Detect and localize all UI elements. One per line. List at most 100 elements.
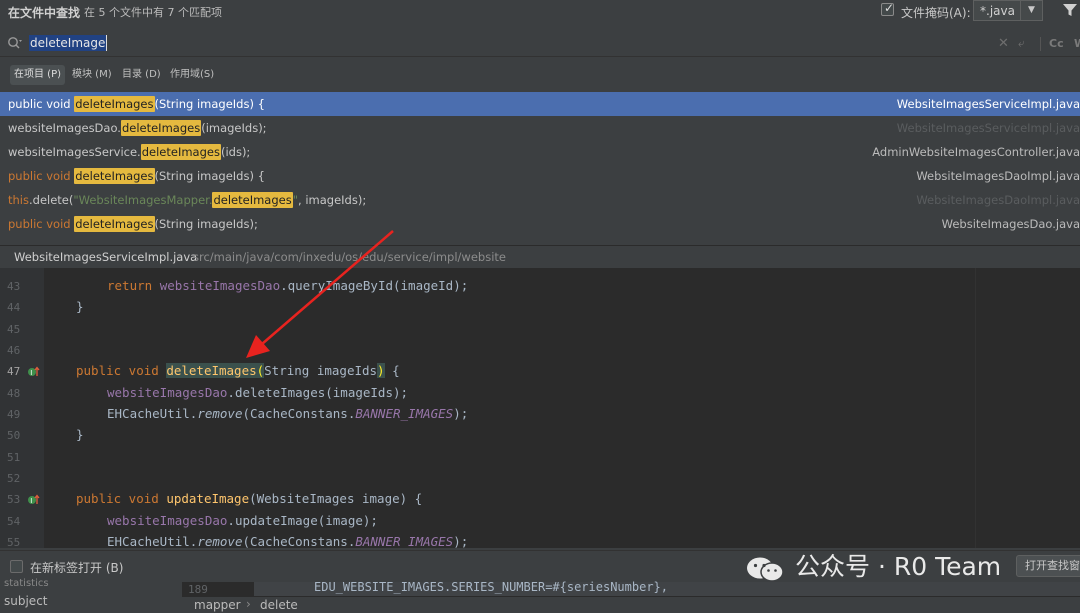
code-token: String imageIds	[264, 363, 378, 378]
match-summary: 在 5 个文件中有 7 个匹配项	[84, 6, 222, 19]
breadcrumb-mapper[interactable]: mapper	[194, 598, 241, 612]
result-file: WebsiteImagesDaoImpl.java	[916, 193, 1080, 207]
dialog-bottom-bar: 在新标签打开 (B) 公众号 · R0 Team 打开查找窗口	[0, 550, 1080, 582]
preview-file-path: src/main/java/com/inxedu/os/edu/service/…	[193, 250, 506, 264]
result-row[interactable]: public void deleteImages(String imageIds…	[0, 92, 1080, 116]
result-code-rest: (imageIds);	[201, 121, 267, 135]
code-token: (WebsiteImages image) {	[249, 491, 423, 506]
preview-path-bar: WebsiteImagesServiceImpl.java src/main/j…	[0, 245, 1080, 267]
find-in-files-dialog: 在文件中查找 在 5 个文件中有 7 个匹配项 ✓ 文件掩码(A): *.jav…	[0, 0, 1080, 582]
open-find-window-button[interactable]: 打开查找窗口	[1016, 555, 1080, 577]
scope-tab-module[interactable]: 模块 (M)	[68, 65, 116, 85]
search-input[interactable]	[29, 35, 106, 51]
check-icon: ✓	[884, 1, 895, 15]
code-preview[interactable]: 43 44 45 46 47 48 49 50 51 52 53 54 55 I…	[0, 268, 1080, 548]
scope-tab-scope[interactable]: 作用域(S)	[166, 65, 218, 85]
breadcrumb: mapper › delete	[182, 597, 1080, 613]
wechat-icon	[747, 557, 784, 582]
match-highlight: deleteImages	[74, 168, 155, 184]
line-number: 49	[7, 408, 21, 421]
code-token: )	[377, 363, 385, 378]
code-token: (CacheConstans.	[242, 534, 356, 548]
close-icon[interactable]: ✕	[998, 36, 1009, 51]
implements-icon[interactable]: I	[27, 493, 41, 507]
dialog-title-bar[interactable]: 在文件中查找 在 5 个文件中有 7 个匹配项 ✓ 文件掩码(A): *.jav…	[0, 0, 1080, 24]
file-mask-checkbox[interactable]: ✓	[881, 1, 895, 16]
match-highlight: deleteImages	[212, 192, 293, 208]
result-code-rest: , imageIds);	[298, 193, 367, 207]
file-mask-label: 文件掩码(A):	[901, 6, 971, 20]
match-highlight: deleteImages	[74, 96, 155, 112]
code-token: return	[107, 278, 160, 293]
whole-word-icon[interactable]: W	[1074, 37, 1080, 50]
search-icon[interactable]	[7, 36, 23, 50]
code-token: updateImage	[166, 491, 250, 506]
result-code-rest: (String imageIds);	[154, 217, 258, 231]
match-highlight: deleteImages	[140, 144, 221, 160]
background-code-text: EDU_WEBSITE_IMAGES.SERIES_NUMBER=#{serie…	[314, 580, 669, 594]
match-highlight: deleteImages	[74, 216, 155, 232]
result-code-prefix: .delete(	[28, 193, 74, 207]
result-string: "WebsiteImagesMapper.	[73, 193, 213, 207]
code-token: EHCacheUtil.	[107, 406, 198, 421]
code-token: remove	[197, 534, 243, 548]
background-code-line: EDU_WEBSITE_IMAGES.SERIES_NUMBER=#{serie…	[254, 580, 1080, 596]
preview-file-name: WebsiteImagesServiceImpl.java	[14, 250, 198, 264]
line-number: 44	[7, 301, 21, 314]
svg-text:I: I	[30, 497, 32, 505]
result-code: this.delete("WebsiteImagesMapper.deleteI…	[8, 188, 366, 212]
line-number: 189	[188, 583, 208, 596]
tree-item-subject[interactable]: subject	[4, 594, 48, 608]
toolbar-separator	[1040, 37, 1041, 51]
code-token: websiteImagesDao	[159, 278, 281, 293]
result-code-prefix: websiteImagesService.	[8, 145, 141, 159]
scope-tab-project[interactable]: 在项目 (P)	[10, 65, 66, 85]
svg-text:I: I	[30, 369, 32, 377]
chevron-down-icon[interactable]: ▼	[1020, 1, 1042, 20]
implements-icon[interactable]: I	[27, 365, 41, 379]
breadcrumb-delete[interactable]: delete	[260, 598, 298, 612]
result-row[interactable]: websiteImagesDao.deleteImages(imageIds);…	[0, 116, 1080, 140]
result-code-prefix: websiteImagesDao.	[8, 121, 121, 135]
line-number: 50	[7, 429, 21, 442]
new-line-icon[interactable]: ⤶	[1018, 36, 1025, 51]
match-case-icon[interactable]: Cc	[1049, 37, 1064, 50]
match-highlight: deleteImages	[120, 120, 202, 136]
line-number: 52	[7, 472, 21, 485]
result-row[interactable]: this.delete("WebsiteImagesMapper.deleteI…	[0, 188, 1080, 212]
code-line-50: }	[76, 427, 84, 442]
code-token: );	[453, 534, 469, 548]
code-token: EHCacheUtil.	[107, 534, 198, 548]
result-file: WebsiteImagesServiceImpl.java	[896, 97, 1080, 111]
results-list: public void deleteImages(String imageIds…	[0, 92, 1080, 238]
result-row[interactable]: websiteImagesService.deleteImages(ids); …	[0, 140, 1080, 164]
result-row[interactable]: public void deleteImages(String imageIds…	[0, 212, 1080, 236]
result-keyword: this	[8, 193, 29, 207]
result-row[interactable]: public void deleteImages(String imageIds…	[0, 164, 1080, 188]
code-token: {	[384, 363, 400, 378]
code-line-48: websiteImagesDao.deleteImages(imageIds);	[107, 385, 408, 400]
file-mask-combo[interactable]: *.java ▼	[973, 0, 1043, 21]
code-token: websiteImagesDao	[107, 513, 228, 528]
dialog-title: 在文件中查找	[8, 6, 81, 20]
code-token: deleteImages	[166, 363, 257, 378]
code-line-53: public void updateImage(WebsiteImages im…	[76, 491, 422, 506]
tree-item-statistics[interactable]: statistics	[4, 578, 49, 589]
scope-tab-directory[interactable]: 目录 (D)	[118, 65, 165, 85]
code-token: BANNER_IMAGES	[355, 534, 454, 548]
open-in-new-tab-label: 在新标签打开 (B)	[30, 561, 124, 575]
code-line-47: public void deleteImages(String imageIds…	[76, 363, 400, 378]
code-token: .deleteImages(imageIds);	[227, 385, 409, 400]
project-tree: statistics subject	[0, 578, 182, 613]
code-line-55: EHCacheUtil.remove(CacheConstans.BANNER_…	[107, 534, 468, 548]
code-token: (CacheConstans.	[242, 406, 356, 421]
result-code-rest: (String imageIds) {	[154, 169, 265, 183]
code-line-49: EHCacheUtil.remove(CacheConstans.BANNER_…	[107, 406, 468, 421]
code-line-54: websiteImagesDao.updateImage(image);	[107, 513, 378, 528]
code-token: BANNER_IMAGES	[355, 406, 454, 421]
result-code: websiteImagesService.deleteImages(ids);	[8, 140, 250, 164]
preview-right-panel	[975, 268, 1080, 548]
line-gutter: 43 44 45 46 47 48 49 50 51 52 53 54 55 I…	[0, 268, 44, 548]
filter-icon[interactable]	[1062, 2, 1078, 18]
open-in-new-tab-checkbox[interactable]	[10, 560, 23, 573]
